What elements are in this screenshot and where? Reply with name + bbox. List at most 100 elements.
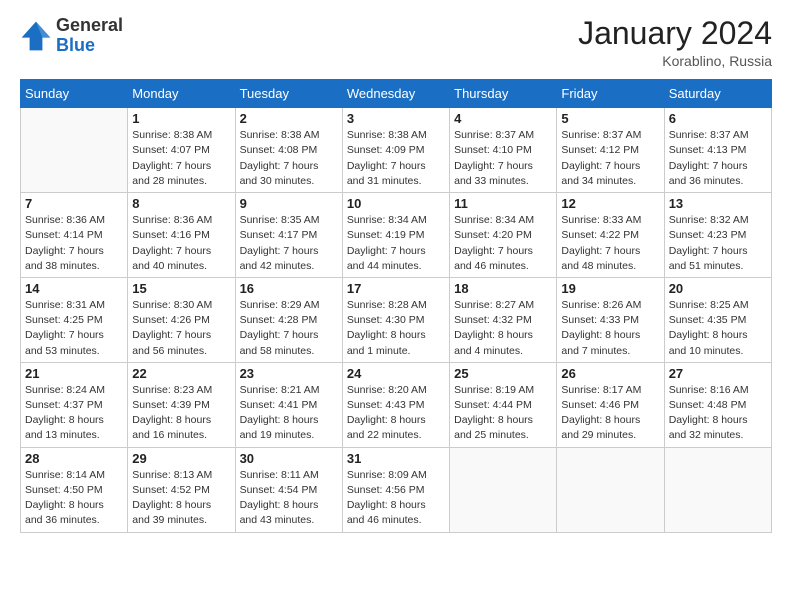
day-info: Sunrise: 8:14 AMSunset: 4:50 PMDaylight:… [25, 468, 123, 529]
month-year: January 2024 [578, 16, 772, 51]
logo: General Blue [20, 16, 123, 56]
day-number: 7 [25, 196, 123, 211]
table-row: 26 Sunrise: 8:17 AMSunset: 4:46 PMDayligh… [557, 362, 664, 447]
logo-blue: Blue [56, 36, 123, 56]
day-info: Sunrise: 8:11 AMSunset: 4:54 PMDaylight:… [240, 468, 338, 529]
table-row: 24Sunrise: 8:20 AMSunset: 4:43 PMDayligh… [342, 362, 449, 447]
table-row: 23 Sunrise: 8:21 AMSunset: 4:41 PMDayligh… [235, 362, 342, 447]
day-number: 26 [561, 366, 659, 381]
table-row: 17Sunrise: 8:28 AMSunset: 4:30 PMDayligh… [342, 277, 449, 362]
day-info: Sunrise: 8:09 AMSunset: 4:56 PMDaylight:… [347, 468, 445, 529]
day-number: 27 [669, 366, 767, 381]
title-block: January 2024 Korablino, Russia [578, 16, 772, 69]
day-info: Sunrise: 8:28 AMSunset: 4:30 PMDaylight:… [347, 298, 445, 359]
day-number: 5 [561, 111, 659, 126]
logo-general: General [56, 16, 123, 36]
day-number: 19 [561, 281, 659, 296]
table-row: 4 Sunrise: 8:37 AMSunset: 4:10 PMDaylight… [450, 108, 557, 193]
day-number: 18 [454, 281, 552, 296]
table-row: 27 Sunrise: 8:16 AMSunset: 4:48 PMDayligh… [664, 362, 771, 447]
header: General Blue January 2024 Korablino, Rus… [20, 16, 772, 69]
calendar: Sunday Monday Tuesday Wednesday Thursday… [20, 79, 772, 532]
day-info: Sunrise: 8:29 AMSunset: 4:28 PMDaylight:… [240, 298, 338, 359]
day-number: 11 [454, 196, 552, 211]
day-number: 28 [25, 451, 123, 466]
col-monday: Monday [128, 80, 235, 108]
day-info: Sunrise: 8:19 AMSunset: 4:44 PMDaylight:… [454, 383, 552, 444]
calendar-week-row: 28 Sunrise: 8:14 AMSunset: 4:50 PMDayligh… [21, 447, 772, 532]
table-row: 31 Sunrise: 8:09 AMSunset: 4:56 PMDayligh… [342, 447, 449, 532]
day-info: Sunrise: 8:30 AMSunset: 4:26 PMDaylight:… [132, 298, 230, 359]
day-info: Sunrise: 8:38 AMSunset: 4:09 PMDaylight:… [347, 128, 445, 189]
table-row: 29 Sunrise: 8:13 AMSunset: 4:52 PMDayligh… [128, 447, 235, 532]
day-number: 15 [132, 281, 230, 296]
table-row: 16 Sunrise: 8:29 AMSunset: 4:28 PMDayligh… [235, 277, 342, 362]
table-row: 13 Sunrise: 8:32 AMSunset: 4:23 PMDayligh… [664, 193, 771, 278]
day-info: Sunrise: 8:38 AMSunset: 4:07 PMDaylight:… [132, 128, 230, 189]
day-number: 21 [25, 366, 123, 381]
table-row: 25 Sunrise: 8:19 AMSunset: 4:44 PMDayligh… [450, 362, 557, 447]
day-info: Sunrise: 8:16 AMSunset: 4:48 PMDaylight:… [669, 383, 767, 444]
day-info: Sunrise: 8:34 AMSunset: 4:20 PMDaylight:… [454, 213, 552, 274]
col-tuesday: Tuesday [235, 80, 342, 108]
calendar-week-row: 1Sunrise: 8:38 AMSunset: 4:07 PMDaylight… [21, 108, 772, 193]
table-row: 28 Sunrise: 8:14 AMSunset: 4:50 PMDayligh… [21, 447, 128, 532]
table-row: 3Sunrise: 8:38 AMSunset: 4:09 PMDaylight… [342, 108, 449, 193]
table-row: 22 Sunrise: 8:23 AMSunset: 4:39 PMDayligh… [128, 362, 235, 447]
day-info: Sunrise: 8:37 AMSunset: 4:10 PMDaylight:… [454, 128, 552, 189]
day-info: Sunrise: 8:37 AMSunset: 4:13 PMDaylight:… [669, 128, 767, 189]
table-row [664, 447, 771, 532]
calendar-week-row: 14Sunrise: 8:31 AMSunset: 4:25 PMDayligh… [21, 277, 772, 362]
calendar-week-row: 21 Sunrise: 8:24 AMSunset: 4:37 PMDayligh… [21, 362, 772, 447]
day-number: 13 [669, 196, 767, 211]
col-wednesday: Wednesday [342, 80, 449, 108]
day-number: 9 [240, 196, 338, 211]
table-row: 12 Sunrise: 8:33 AMSunset: 4:22 PMDayligh… [557, 193, 664, 278]
day-number: 25 [454, 366, 552, 381]
day-number: 31 [347, 451, 445, 466]
day-info: Sunrise: 8:25 AMSunset: 4:35 PMDaylight:… [669, 298, 767, 359]
day-info: Sunrise: 8:23 AMSunset: 4:39 PMDaylight:… [132, 383, 230, 444]
table-row [557, 447, 664, 532]
table-row: 21 Sunrise: 8:24 AMSunset: 4:37 PMDayligh… [21, 362, 128, 447]
table-row: 30 Sunrise: 8:11 AMSunset: 4:54 PMDayligh… [235, 447, 342, 532]
table-row: 6 Sunrise: 8:37 AMSunset: 4:13 PMDaylight… [664, 108, 771, 193]
table-row [21, 108, 128, 193]
table-row: 8Sunrise: 8:36 AMSunset: 4:16 PMDaylight… [128, 193, 235, 278]
day-number: 30 [240, 451, 338, 466]
calendar-header-row: Sunday Monday Tuesday Wednesday Thursday… [21, 80, 772, 108]
day-info: Sunrise: 8:26 AMSunset: 4:33 PMDaylight:… [561, 298, 659, 359]
day-number: 23 [240, 366, 338, 381]
table-row: 15 Sunrise: 8:30 AMSunset: 4:26 PMDayligh… [128, 277, 235, 362]
table-row: 10 Sunrise: 8:34 AMSunset: 4:19 PMDayligh… [342, 193, 449, 278]
day-info: Sunrise: 8:34 AMSunset: 4:19 PMDaylight:… [347, 213, 445, 274]
location: Korablino, Russia [578, 53, 772, 69]
table-row: 7Sunrise: 8:36 AMSunset: 4:14 PMDaylight… [21, 193, 128, 278]
table-row: 5Sunrise: 8:37 AMSunset: 4:12 PMDaylight… [557, 108, 664, 193]
table-row: 19 Sunrise: 8:26 AMSunset: 4:33 PMDayligh… [557, 277, 664, 362]
table-row: 14Sunrise: 8:31 AMSunset: 4:25 PMDayligh… [21, 277, 128, 362]
day-info: Sunrise: 8:24 AMSunset: 4:37 PMDaylight:… [25, 383, 123, 444]
day-number: 12 [561, 196, 659, 211]
day-number: 29 [132, 451, 230, 466]
day-number: 6 [669, 111, 767, 126]
day-info: Sunrise: 8:27 AMSunset: 4:32 PMDaylight:… [454, 298, 552, 359]
day-number: 4 [454, 111, 552, 126]
day-number: 20 [669, 281, 767, 296]
day-info: Sunrise: 8:13 AMSunset: 4:52 PMDaylight:… [132, 468, 230, 529]
day-info: Sunrise: 8:32 AMSunset: 4:23 PMDaylight:… [669, 213, 767, 274]
day-info: Sunrise: 8:33 AMSunset: 4:22 PMDaylight:… [561, 213, 659, 274]
day-number: 22 [132, 366, 230, 381]
day-number: 14 [25, 281, 123, 296]
table-row: 9Sunrise: 8:35 AMSunset: 4:17 PMDaylight… [235, 193, 342, 278]
day-number: 16 [240, 281, 338, 296]
day-info: Sunrise: 8:17 AMSunset: 4:46 PMDaylight:… [561, 383, 659, 444]
day-number: 10 [347, 196, 445, 211]
calendar-week-row: 7Sunrise: 8:36 AMSunset: 4:14 PMDaylight… [21, 193, 772, 278]
day-info: Sunrise: 8:21 AMSunset: 4:41 PMDaylight:… [240, 383, 338, 444]
table-row [450, 447, 557, 532]
page: General Blue January 2024 Korablino, Rus… [0, 0, 792, 612]
day-number: 24 [347, 366, 445, 381]
day-info: Sunrise: 8:36 AMSunset: 4:16 PMDaylight:… [132, 213, 230, 274]
col-saturday: Saturday [664, 80, 771, 108]
